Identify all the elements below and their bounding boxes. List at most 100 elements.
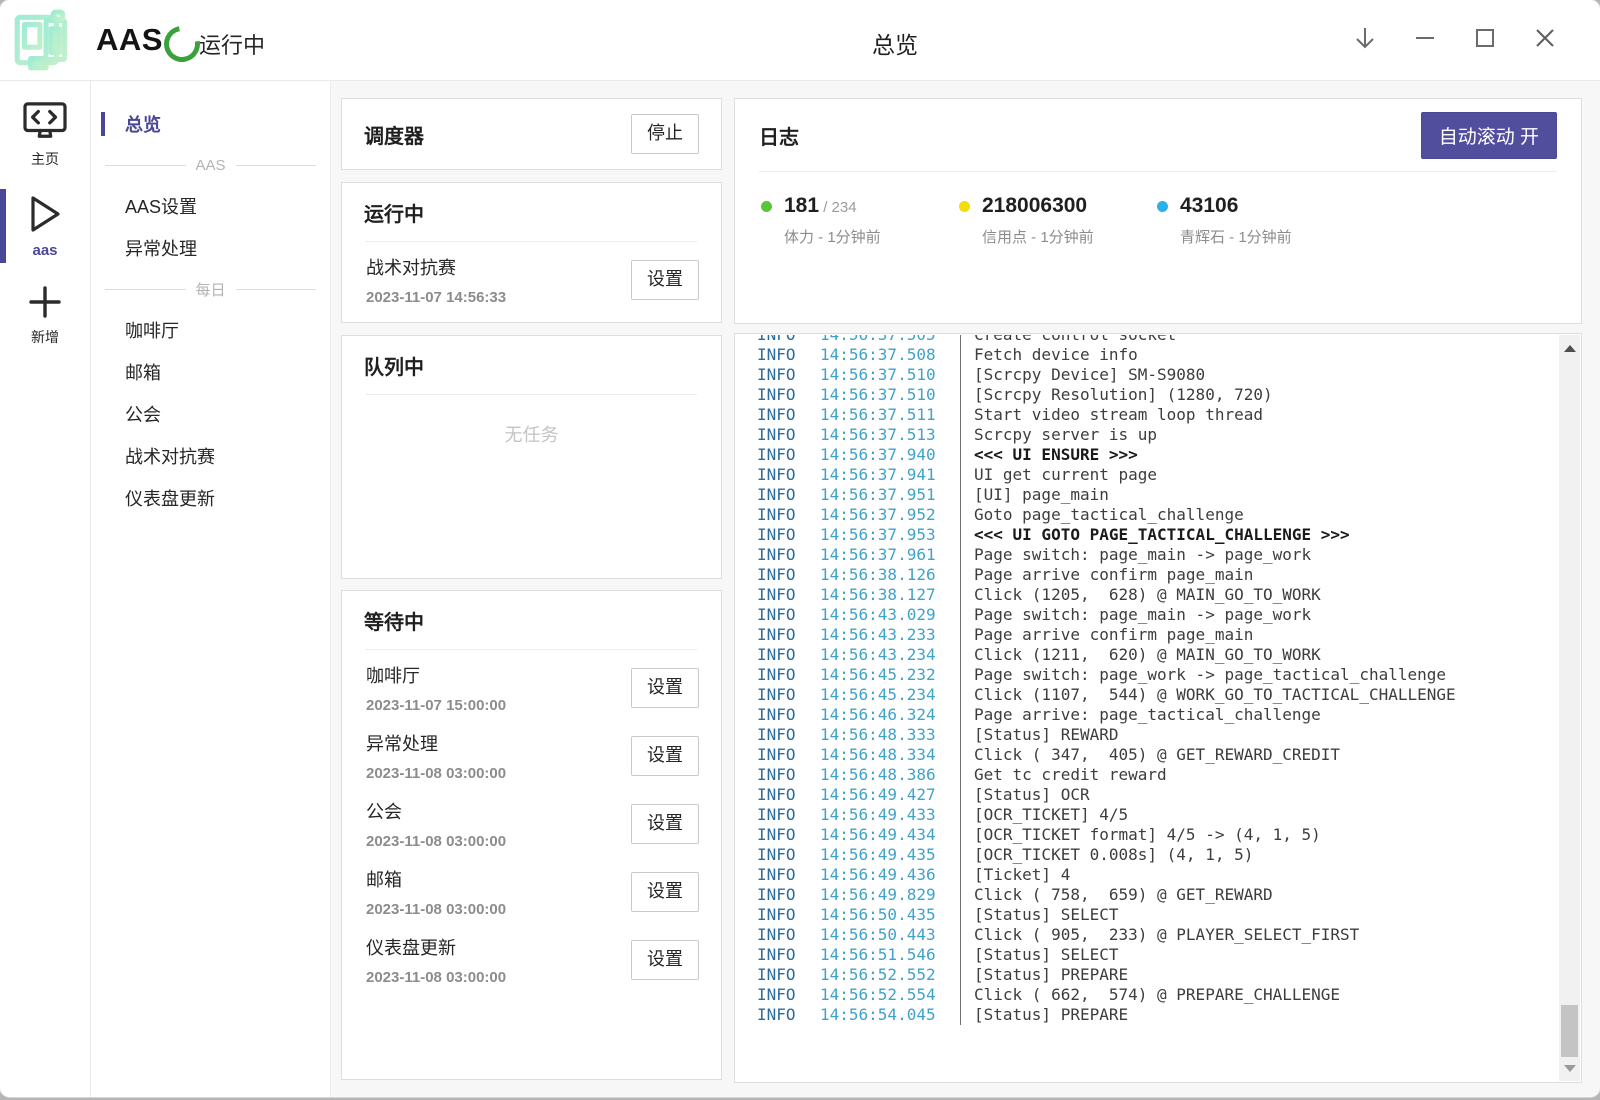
- log-timestamp: 14:56:38.126: [820, 565, 960, 585]
- log-line: INFO 14:56:37.513 Scrcpy server is up: [736, 425, 1559, 445]
- maximize-icon[interactable]: [1472, 25, 1498, 51]
- title-bar: AAS 运行中 总览: [0, 0, 1600, 81]
- log-timestamp: 14:56:54.045: [820, 1005, 960, 1025]
- sidebar-item[interactable]: 邮箱: [91, 351, 330, 393]
- log-level: INFO: [757, 865, 820, 885]
- close-icon[interactable]: [1532, 25, 1558, 51]
- log-timestamp: 14:56:48.333: [820, 725, 960, 745]
- log-timestamp: 14:56:37.510: [820, 385, 960, 405]
- resource-stat: 181 / 234 体力 - 1分钟前: [761, 194, 959, 247]
- sidebar-item[interactable]: 异常处理: [91, 227, 330, 269]
- log-timestamp: 14:56:37.941: [820, 465, 960, 485]
- log-line: INFO 14:56:49.433 [OCR_TICKET] 4/5: [736, 805, 1559, 825]
- waiting-task-name: 公会: [366, 798, 506, 824]
- log-level: INFO: [757, 465, 820, 485]
- log-line: INFO 14:56:45.234 Click (1107, 544) @ WO…: [736, 685, 1559, 705]
- download-update-icon[interactable]: [1352, 25, 1378, 51]
- log-title: 日志: [759, 121, 799, 150]
- minimize-icon[interactable]: [1412, 25, 1438, 51]
- rail-item-home[interactable]: 主页: [0, 91, 90, 179]
- log-message: Page arrive: page_tactical_challenge: [960, 705, 1559, 725]
- log-message: Get tc credit reward: [960, 765, 1559, 785]
- log-line: INFO 14:56:51.546 [Status] SELECT: [736, 945, 1559, 965]
- sidebar-item[interactable]: 战术对抗赛: [91, 435, 330, 477]
- log-level: INFO: [757, 385, 820, 405]
- main-content: 调度器 停止 运行中 战术对抗赛 2023-11-07 14:56:33 设置 …: [331, 81, 1600, 1097]
- autoscroll-toggle-button[interactable]: 自动滚动 开: [1421, 112, 1557, 159]
- sidebar-item-label: 异常处理: [125, 235, 197, 261]
- plus-icon: [28, 285, 62, 319]
- log-line: INFO 14:56:37.961 Page switch: page_main…: [736, 545, 1559, 565]
- log-message: Click (1107, 544) @ WORK_GO_TO_TACTICAL_…: [960, 685, 1559, 705]
- log-message: Page switch: page_main -> page_work: [960, 605, 1559, 625]
- divider-line: [236, 165, 317, 166]
- log-line: INFO 14:56:37.508 Fetch device info: [736, 345, 1559, 365]
- log-line: INFO 14:56:45.232 Page switch: page_work…: [736, 665, 1559, 685]
- log-line: INFO 14:56:37.505 Create control socket: [736, 335, 1559, 345]
- app-window: AAS 运行中 总览: [0, 0, 1600, 1097]
- stop-button[interactable]: 停止: [631, 114, 699, 154]
- log-level: INFO: [757, 745, 820, 765]
- waiting-task-row: 公会 2023-11-08 03:00:00 设置: [342, 790, 721, 858]
- waiting-task-row: 异常处理 2023-11-08 03:00:00 设置: [342, 722, 721, 790]
- log-level: INFO: [757, 925, 820, 945]
- scroll-down-arrow-icon[interactable]: [1559, 1059, 1580, 1077]
- log-timestamp: 14:56:50.443: [820, 925, 960, 945]
- sidebar-section-label: 每日: [186, 279, 236, 300]
- rail-item-aas[interactable]: aas: [0, 187, 90, 265]
- sidebar-item[interactable]: 公会: [91, 393, 330, 435]
- rail-label-aas: aas: [32, 242, 57, 259]
- waiting-settings-button[interactable]: 设置: [631, 668, 699, 708]
- log-viewport: INFO 14:56:37.505 Create control socket …: [736, 335, 1559, 1081]
- sidebar-item[interactable]: 总览: [91, 103, 330, 145]
- log-message: <<< UI ENSURE >>>: [960, 445, 1559, 465]
- log-level: INFO: [757, 625, 820, 645]
- rail-label-home: 主页: [31, 149, 59, 169]
- waiting-title: 等待中: [364, 606, 424, 635]
- log-line: INFO 14:56:54.045 [Status] PREPARE: [736, 1005, 1559, 1025]
- sidebar-item[interactable]: 咖啡厅: [91, 309, 330, 351]
- waiting-task-name: 仪表盘更新: [366, 934, 506, 960]
- scheduler-title: 调度器: [364, 120, 424, 149]
- log-message: Click (1211, 620) @ MAIN_GO_TO_WORK: [960, 645, 1559, 665]
- sidebar-item-label: 公会: [125, 401, 161, 427]
- log-level: INFO: [757, 665, 820, 685]
- log-level: INFO: [757, 505, 820, 525]
- waiting-settings-button[interactable]: 设置: [631, 872, 699, 912]
- waiting-settings-button[interactable]: 设置: [631, 940, 699, 980]
- log-level: INFO: [757, 845, 820, 865]
- log-line: INFO 14:56:50.443 Click ( 905, 233) @ PL…: [736, 925, 1559, 945]
- sidebar-item[interactable]: AAS设置: [91, 185, 330, 227]
- waiting-task-row: 咖啡厅 2023-11-07 15:00:00 设置: [342, 654, 721, 722]
- log-timestamp: 14:56:43.233: [820, 625, 960, 645]
- log-timestamp: 14:56:37.505: [820, 335, 960, 345]
- sidebar-item-label: 总览: [125, 111, 161, 137]
- running-task-name: 战术对抗赛: [366, 254, 506, 280]
- sidebar-item-label: 邮箱: [125, 359, 161, 385]
- log-level: INFO: [757, 765, 820, 785]
- waiting-task-row: 仪表盘更新 2023-11-08 03:00:00 设置: [342, 926, 721, 994]
- running-task-time: 2023-11-07 14:56:33: [366, 289, 506, 306]
- log-level: INFO: [757, 365, 820, 385]
- log-message: Page switch: page_main -> page_work: [960, 545, 1559, 565]
- rail-item-add[interactable]: 新增: [0, 281, 90, 351]
- scrollbar-thumb[interactable]: [1561, 1005, 1578, 1057]
- sidebar-section-label: AAS: [186, 157, 236, 174]
- scroll-up-arrow-icon[interactable]: [1559, 339, 1580, 357]
- sidebar-item[interactable]: 仪表盘更新: [91, 477, 330, 519]
- running-settings-button[interactable]: 设置: [631, 260, 699, 300]
- log-line: INFO 14:56:48.334 Click ( 347, 405) @ GE…: [736, 745, 1559, 765]
- log-message: [Scrcpy Device] SM-S9080: [960, 365, 1559, 385]
- log-message: Click ( 758, 659) @ GET_REWARD: [960, 885, 1559, 905]
- log-timestamp: 14:56:37.508: [820, 345, 960, 365]
- log-timestamp: 14:56:37.961: [820, 545, 960, 565]
- log-line: INFO 14:56:46.324 Page arrive: page_tact…: [736, 705, 1559, 725]
- log-level: INFO: [757, 445, 820, 465]
- waiting-settings-button[interactable]: 设置: [631, 736, 699, 776]
- log-scrollbar[interactable]: [1559, 335, 1580, 1081]
- stat-dot-icon: [959, 201, 970, 212]
- waiting-settings-button[interactable]: 设置: [631, 804, 699, 844]
- log-line: INFO 14:56:48.386 Get tc credit reward: [736, 765, 1559, 785]
- log-message: Click ( 905, 233) @ PLAYER_SELECT_FIRST: [960, 925, 1559, 945]
- log-message: Create control socket: [960, 335, 1559, 345]
